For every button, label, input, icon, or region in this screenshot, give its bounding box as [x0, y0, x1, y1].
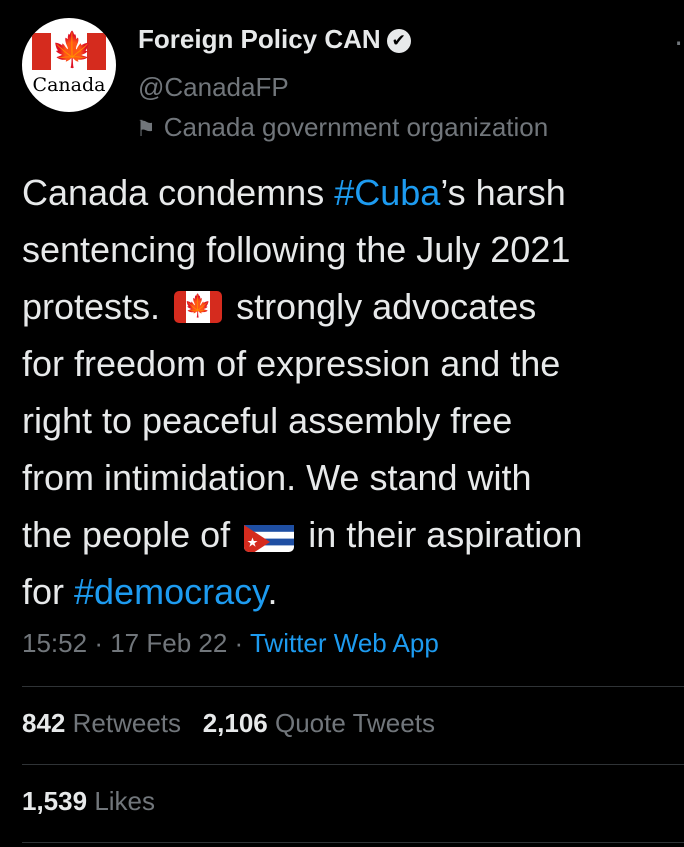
likes-stats-row: 1,539 Likes: [22, 786, 155, 817]
tweet-date[interactable]: 17 Feb 22: [110, 628, 227, 658]
tweet-line: the people of in their aspiration: [22, 506, 684, 563]
more-options-icon[interactable]: ⋯: [674, 26, 684, 59]
separator: ·: [234, 628, 244, 658]
tweet-text-segment: strongly advocates: [226, 286, 537, 327]
avatar[interactable]: 🍁 Canada: [22, 18, 116, 112]
source-app-link[interactable]: Twitter Web App: [250, 628, 439, 658]
tweet-line: Canada condemns #Cuba’s harsh: [22, 164, 684, 221]
tweet-text-segment: Canada condemns: [22, 172, 335, 213]
verified-badge-icon: ✔: [386, 29, 411, 53]
hashtag-link[interactable]: #Cuba: [334, 172, 440, 213]
avatar-wordmark: Canada: [32, 74, 106, 96]
canada-flag-emoji-icon: 🍁: [174, 291, 223, 323]
user-handle[interactable]: @CanadaFP: [138, 72, 289, 103]
separator: ·: [94, 628, 103, 658]
government-label-text: Canada government organization: [163, 112, 549, 142]
tweet-time[interactable]: 15:52: [22, 628, 87, 658]
tweet-line: for #democracy.: [22, 563, 684, 620]
canada-flag-logo: 🍁: [32, 31, 106, 70]
tweet-text-segment: ’s harsh: [440, 172, 566, 213]
tweet-text-segment: protests.: [22, 286, 171, 327]
divider: [22, 764, 684, 765]
hashtag-link[interactable]: #democracy: [74, 571, 267, 612]
divider: [22, 842, 684, 843]
government-label[interactable]: ⚑ Canada government organization: [136, 112, 548, 143]
tweet-line: right to peaceful assembly free: [22, 400, 513, 441]
quote-tweets-label: Quote Tweets: [275, 708, 435, 738]
tweet-line: sentencing following the July 2021: [22, 229, 571, 270]
divider: [22, 686, 684, 687]
quote-tweets-link[interactable]: 2,106 Quote Tweets: [203, 708, 435, 738]
tweet-text-segment: in their aspiration: [298, 514, 583, 555]
display-name[interactable]: Foreign Policy CAN ✔: [138, 24, 411, 55]
tweet-text-segment: the people of: [22, 514, 241, 555]
tweet-metadata: 15:52 · 17 Feb 22 · Twitter Web App: [22, 628, 439, 659]
retweets-count: 842: [22, 708, 66, 738]
tweet-line: for freedom of expression and the: [22, 343, 561, 384]
retweet-stats-row: 842 Retweets 2,106 Quote Tweets: [22, 708, 435, 739]
cuba-flag-emoji-icon: [244, 518, 295, 552]
tweet-line: from intimidation. We stand with: [22, 457, 532, 498]
likes-link[interactable]: 1,539 Likes: [22, 786, 155, 816]
quote-tweets-count: 2,106: [202, 708, 268, 738]
tweet-text: Canada condemns #Cuba’s harsh sentencing…: [22, 164, 684, 620]
retweets-label: Retweets: [72, 708, 182, 738]
display-name-text[interactable]: Foreign Policy CAN: [138, 24, 381, 54]
tweet-text-segment: for: [22, 571, 75, 612]
tweet-line: protests. 🍁 strongly advocates: [22, 278, 684, 335]
likes-count: 1,539: [22, 786, 88, 816]
flag-outline-icon: ⚑: [136, 116, 156, 141]
tweet-text-segment: .: [267, 571, 278, 612]
retweets-link[interactable]: 842 Retweets: [22, 708, 181, 738]
likes-label: Likes: [94, 786, 156, 816]
